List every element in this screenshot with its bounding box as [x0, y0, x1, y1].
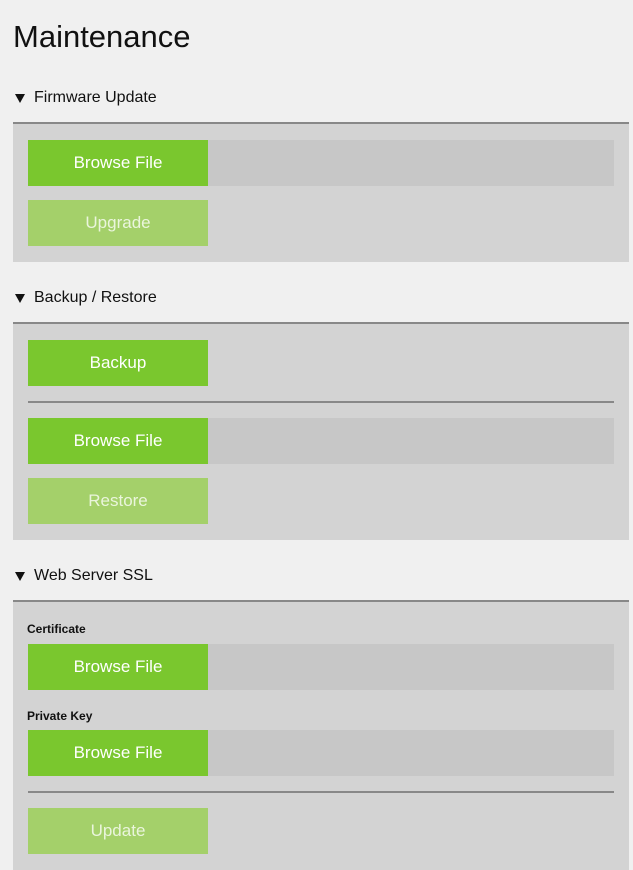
section-label-backup-restore: Backup / Restore	[34, 289, 157, 306]
firmware-browse-file-button[interactable]: Browse File	[28, 140, 208, 186]
certificate-file-row: Browse File	[28, 644, 614, 690]
triangle-down-icon	[15, 94, 25, 103]
firmware-update-panel: Browse File Upgrade	[13, 122, 629, 262]
triangle-down-icon	[15, 572, 25, 581]
restore-button[interactable]: Restore	[28, 478, 208, 524]
section-header-web-server-ssl[interactable]: Web Server SSL	[15, 564, 153, 588]
section-label-web-server-ssl: Web Server SSL	[34, 567, 153, 584]
private-key-label: Private Key	[27, 709, 93, 723]
page-title: Maintenance	[13, 19, 191, 54]
certificate-label: Certificate	[27, 622, 86, 636]
restore-browse-file-button[interactable]: Browse File	[28, 418, 208, 464]
restore-file-row: Browse File	[28, 418, 614, 464]
private-key-browse-file-button[interactable]: Browse File	[28, 730, 208, 776]
certificate-file-field[interactable]	[208, 644, 614, 690]
triangle-down-icon	[15, 294, 25, 303]
maintenance-page: Maintenance Firmware Update Browse File …	[0, 0, 629, 870]
section-label-firmware-update: Firmware Update	[34, 89, 157, 106]
private-key-file-field[interactable]	[208, 730, 614, 776]
private-key-file-row: Browse File	[28, 730, 614, 776]
certificate-browse-file-button[interactable]: Browse File	[28, 644, 208, 690]
backup-restore-panel: Backup Browse File Restore	[13, 322, 629, 540]
firmware-upgrade-row: Upgrade	[28, 200, 614, 246]
restore-row: Restore	[28, 478, 614, 524]
backup-row: Backup	[28, 340, 614, 386]
restore-file-field[interactable]	[208, 418, 614, 464]
backup-button[interactable]: Backup	[28, 340, 208, 386]
ssl-update-row: Update	[28, 808, 614, 854]
update-button[interactable]: Update	[28, 808, 208, 854]
ssl-divider	[28, 791, 614, 793]
upgrade-button[interactable]: Upgrade	[28, 200, 208, 246]
web-server-ssl-panel: Certificate Browse File Private Key Brow…	[13, 600, 629, 870]
section-header-backup-restore[interactable]: Backup / Restore	[15, 286, 157, 310]
firmware-file-field[interactable]	[208, 140, 614, 186]
firmware-file-row: Browse File	[28, 140, 614, 186]
section-header-firmware-update[interactable]: Firmware Update	[15, 86, 157, 110]
backup-restore-divider	[28, 401, 614, 403]
